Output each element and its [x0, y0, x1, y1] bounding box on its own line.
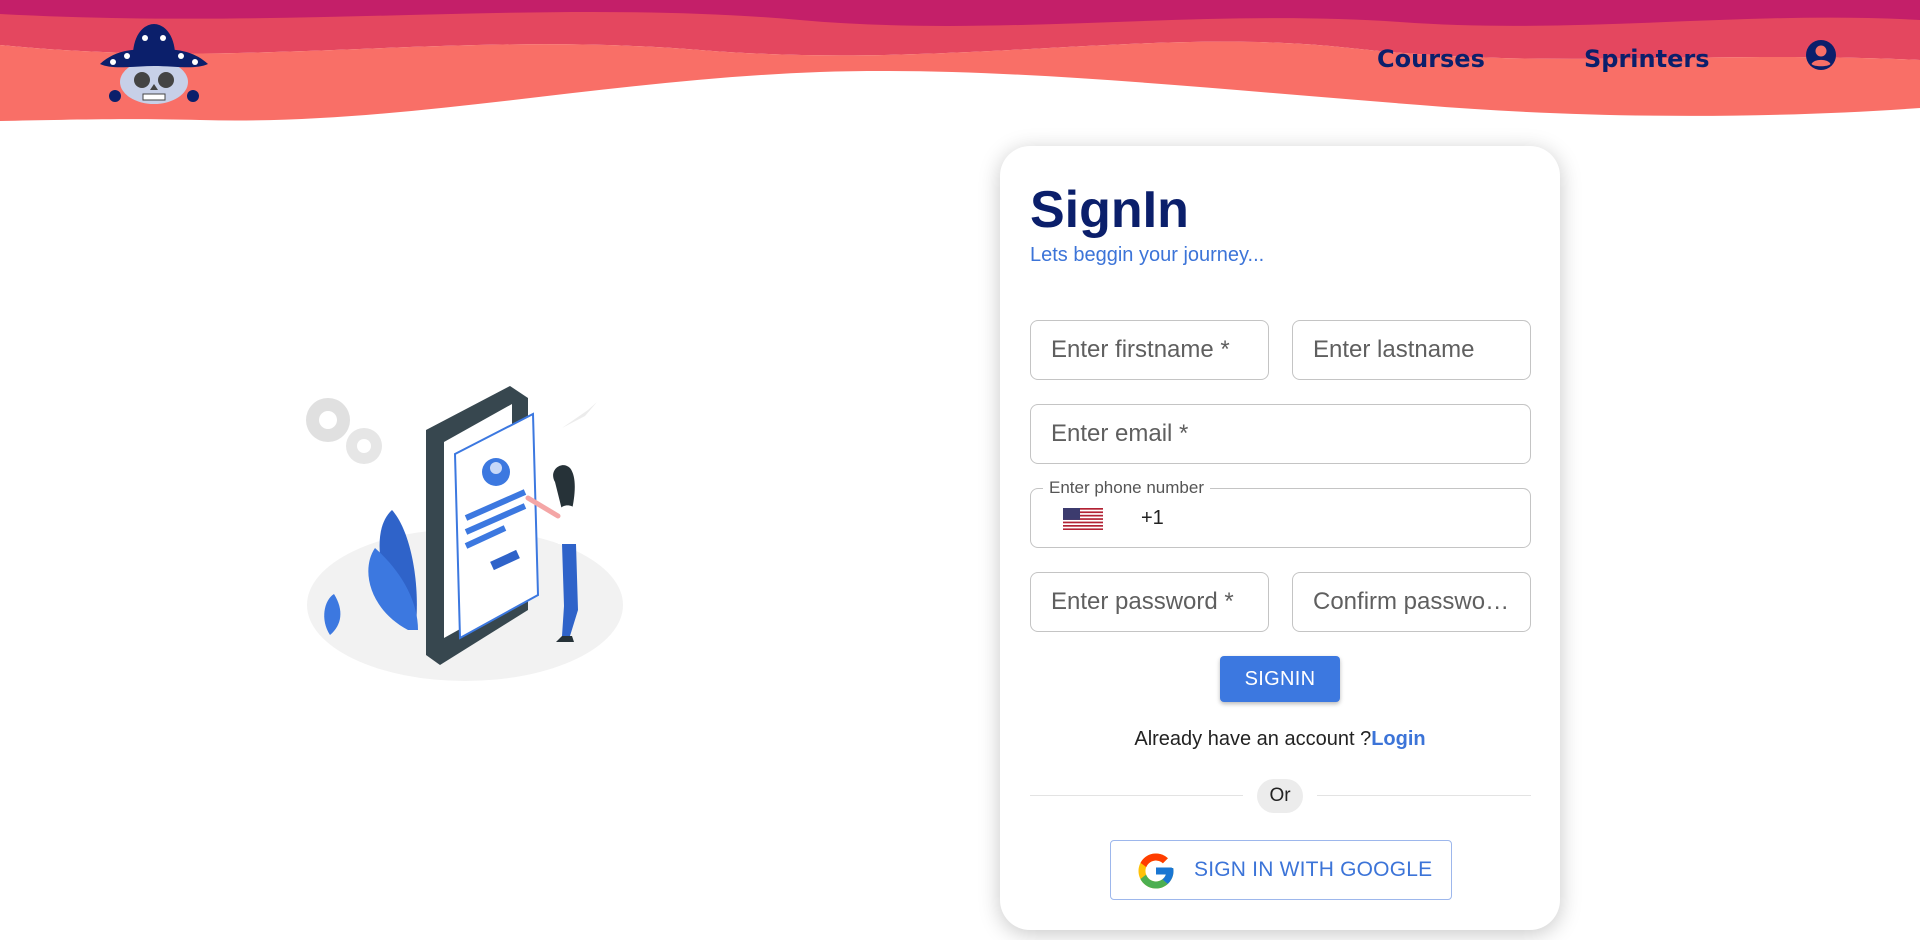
divider-line-left [1030, 795, 1243, 796]
email-input[interactable] [1031, 405, 1530, 463]
password-input[interactable] [1031, 573, 1268, 631]
phone-field: Enter phone number +1 [1030, 478, 1680, 548]
or-divider-chip: Or [1257, 779, 1303, 813]
login-link[interactable]: Login [1371, 728, 1425, 750]
google-icon [1138, 853, 1174, 889]
signin-card: SignIn Lets beggin your journey... Enter… [1000, 146, 1680, 930]
sombrero-skull-logo[interactable] [95, 20, 213, 106]
site-header: Courses Sprinters [0, 0, 1920, 125]
account-prompt-text: Already have an account ? [1134, 728, 1372, 750]
page-title: SignIn [1030, 181, 1189, 239]
login-prompt: Already have an account ?Login [1000, 728, 1560, 751]
confirm-password-input[interactable] [1293, 573, 1530, 631]
confirm-password-field [1292, 572, 1531, 632]
account-circle-icon[interactable] [1805, 39, 1837, 71]
phone-dial-code: +1 [1141, 507, 1164, 529]
signin-button[interactable]: SIGNIN [1220, 656, 1340, 702]
nav-sprinters-link[interactable]: Sprinters [1584, 45, 1709, 73]
page-subtitle: Lets beggin your journey... [1030, 244, 1265, 266]
firstname-field [1030, 320, 1269, 380]
nav-courses-link[interactable]: Courses [1377, 45, 1485, 73]
password-field [1030, 572, 1269, 632]
lastname-field [1292, 320, 1531, 380]
us-flag-icon[interactable] [1063, 508, 1103, 530]
google-signin-label: SIGN IN WITH GOOGLE [1194, 858, 1433, 881]
firstname-input[interactable] [1031, 321, 1268, 379]
phone-input[interactable] [1181, 489, 1680, 547]
divider-line-right [1317, 795, 1531, 796]
email-field [1030, 404, 1531, 464]
google-signin-button[interactable]: SIGN IN WITH GOOGLE [1110, 840, 1452, 900]
signup-phone-illustration [306, 386, 623, 681]
lastname-input[interactable] [1293, 321, 1530, 379]
